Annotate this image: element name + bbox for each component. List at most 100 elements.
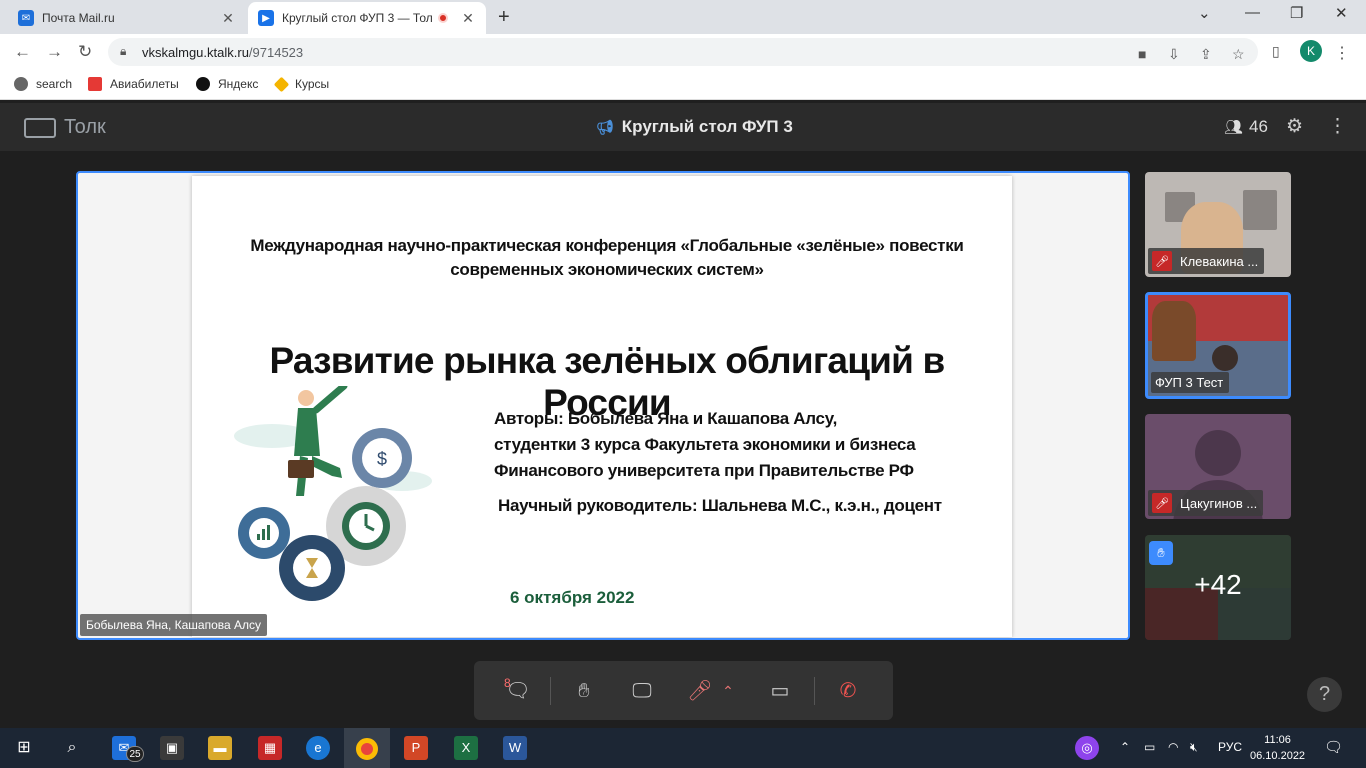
mic-off-icon: 🎤︎ — [687, 680, 713, 702]
powerpoint-icon[interactable]: P — [404, 736, 428, 760]
participant-tile[interactable]: 🎤︎ Клевакина ... — [1145, 172, 1291, 277]
portrait-image — [1152, 301, 1196, 361]
tab-talk[interactable]: ▶ Круглый стол ФУП 3 — Тол ✕ — [248, 2, 486, 34]
more-menu-icon[interactable]: ⋮ — [1328, 115, 1347, 138]
battery-icon[interactable]: ▭ — [1144, 740, 1155, 754]
recording-icon — [438, 13, 448, 23]
gift-app-icon[interactable]: ▦ — [258, 736, 282, 760]
browser-tabstrip: ✉ Почта Mail.ru ✕ ▶ Круглый стол ФУП 3 —… — [0, 0, 1366, 34]
store-icon[interactable]: ▣ — [160, 736, 184, 760]
back-button[interactable]: ← — [14, 42, 31, 62]
bookmark-star-icon[interactable]: ☆ — [1232, 46, 1245, 63]
system-clock[interactable]: 11:06 06.10.2022 — [1250, 732, 1305, 764]
slide-authors: Авторы: Бобылева Яна и Кашапова Алсу, ст… — [494, 409, 916, 480]
call-controls-bar: 🗨︎ 8 ✋︎ 🖵︎ 🎤︎ ⌃ ▭ ✆ — [474, 661, 893, 720]
url-text: vkskalmgu.ktalk.ru/9714523 — [142, 45, 304, 60]
app-header: Толк 📢︎ Круглый стол ФУП 3 👥︎ 46 ⚙ ⋮ — [0, 103, 1366, 151]
camera-favicon-icon: ▶ — [258, 10, 274, 26]
people-icon: 👥︎ — [1224, 119, 1244, 136]
language-indicator[interactable]: РУС — [1218, 740, 1242, 754]
app-logo[interactable]: Толк — [24, 116, 106, 139]
hourglass-gear-icon — [279, 535, 345, 601]
separator — [814, 677, 815, 705]
tray-chevron-up-icon[interactable]: ⌃ — [1120, 740, 1130, 754]
bookmarks-bar: search Авиабилеты Яндекс Курсы — [0, 70, 1366, 100]
minimize-button[interactable]: — — [1245, 4, 1260, 21]
close-window-button[interactable]: ✕ — [1335, 4, 1348, 22]
settings-gear-icon[interactable]: ⚙ — [1286, 115, 1303, 138]
help-button[interactable]: ? — [1307, 677, 1342, 712]
file-explorer-icon[interactable]: ▬ — [208, 736, 232, 760]
participant-name-label: 🎤︎ Клевакина ... — [1148, 248, 1265, 274]
businessman-figure — [288, 386, 348, 496]
dollar-gear-icon: $ — [352, 428, 412, 488]
edge-browser-icon[interactable]: e — [306, 736, 330, 760]
businessman-gears-illustration: $ — [234, 386, 432, 601]
more-participants-tile[interactable]: ✋︎ +42 — [1145, 535, 1291, 640]
participants-button[interactable]: 👥︎ 46 — [1224, 117, 1268, 137]
raised-hand-icon: ✋︎ — [1149, 541, 1173, 565]
windows-taskbar: ⊞ ⌕ ✉ 25 ▣ ▬ ▦ e P X W ◎ ⌃ ▭ ◠ 🔇︎ РУС 11… — [0, 728, 1366, 768]
yandex-icon — [196, 77, 210, 91]
browser-toolbar: ← → ↻ 🔒︎ vkskalmgu.ktalk.ru/9714523 ■ ⇩ … — [0, 34, 1366, 70]
forward-button[interactable]: → — [46, 42, 63, 62]
profile-avatar[interactable]: K — [1300, 40, 1322, 62]
chevron-up-icon: ⌃ — [722, 683, 734, 699]
slide-conference-title: Международная научно-практическая конфер… — [250, 236, 964, 279]
chrome-taskbar-button[interactable] — [344, 728, 390, 768]
windows-start-icon[interactable]: ⊞ — [12, 736, 36, 760]
tab-search-chevron-icon[interactable]: ⌄ — [1198, 4, 1211, 22]
camera-indicator-icon[interactable]: ■ — [1138, 46, 1146, 62]
avatar-head-icon — [1195, 430, 1241, 476]
chat-unread-badge: 8 — [504, 676, 511, 690]
participant-tile[interactable]: 🎤︎ Цакугинов ... — [1145, 414, 1291, 519]
install-icon[interactable]: ⇩ — [1168, 46, 1180, 63]
side-panel-icon[interactable]: ▯ — [1272, 43, 1280, 60]
separator — [550, 677, 551, 705]
more-participants-count: +42 — [1194, 569, 1242, 600]
maximize-button[interactable]: ❐ — [1290, 4, 1303, 22]
tab-mail[interactable]: ✉ Почта Mail.ru ✕ — [8, 2, 246, 34]
lock-icon[interactable]: 🔒︎ — [120, 44, 126, 59]
monitor-icon: 🖵︎ — [632, 680, 652, 702]
address-bar[interactable]: 🔒︎ vkskalmgu.ktalk.ru/9714523 ■ ⇩ ⇪ ☆ — [108, 38, 1258, 66]
bookmark-courses[interactable]: Курсы — [273, 76, 329, 92]
background-photo — [1243, 190, 1277, 230]
camera-button[interactable]: ▭ — [764, 675, 796, 707]
word-icon[interactable]: W — [503, 736, 527, 760]
mail-count-badge: 25 — [126, 746, 144, 762]
volume-muted-icon[interactable]: 🔇︎ — [1190, 740, 1198, 755]
bookmark-search[interactable]: search — [14, 77, 72, 91]
slide-supervisor: Научный руководитель: Шальнева М.С., к.э… — [498, 496, 942, 515]
chat-button[interactable]: 🗨︎ 8 — [502, 675, 534, 707]
hang-up-button[interactable]: ✆ — [832, 675, 864, 707]
presentation-slide: Международная научно-практическая конфер… — [192, 176, 1012, 637]
chart-gear-icon — [238, 507, 290, 559]
participant-head — [1212, 345, 1238, 371]
excel-icon[interactable]: X — [454, 736, 478, 760]
bookmark-avia[interactable]: Авиабилеты — [88, 77, 179, 91]
video-camera-icon: ▭ — [770, 680, 790, 702]
raise-hand-button[interactable]: ✋︎ — [568, 675, 600, 707]
chrome-icon — [356, 737, 378, 760]
mic-options-button[interactable]: ⌃ — [718, 675, 738, 707]
close-icon[interactable]: ✕ — [220, 10, 236, 27]
browser-menu-icon[interactable]: ⋮ — [1334, 43, 1350, 63]
search-icon[interactable]: ⌕ — [60, 736, 84, 760]
screen-share-button[interactable]: 🖵︎ — [626, 675, 658, 707]
new-tab-button[interactable]: + — [498, 6, 510, 29]
reload-button[interactable]: ↻ — [78, 42, 92, 62]
main-video-stage[interactable]: Международная научно-практическая конфер… — [76, 171, 1130, 640]
close-icon[interactable]: ✕ — [460, 10, 476, 27]
notification-icon[interactable]: 🗨︎ — [1324, 738, 1343, 756]
tab-talk-title: Круглый стол ФУП 3 — Тол — [282, 11, 433, 25]
alice-assistant-icon[interactable]: ◎ — [1075, 736, 1099, 760]
speaker-name-caption: Бобылева Яна, Кашапова Алсу — [80, 614, 267, 636]
bookmark-yandex[interactable]: Яндекс — [196, 77, 258, 91]
phone-hangup-icon: ✆ — [839, 680, 857, 702]
tab-mail-title: Почта Mail.ru — [42, 11, 115, 25]
share-icon[interactable]: ⇪ — [1200, 46, 1212, 63]
microphone-button[interactable]: 🎤︎ — [684, 675, 716, 707]
wifi-icon[interactable]: ◠ — [1168, 740, 1178, 754]
participant-tile-active[interactable]: ФУП 3 Тест — [1145, 292, 1291, 399]
